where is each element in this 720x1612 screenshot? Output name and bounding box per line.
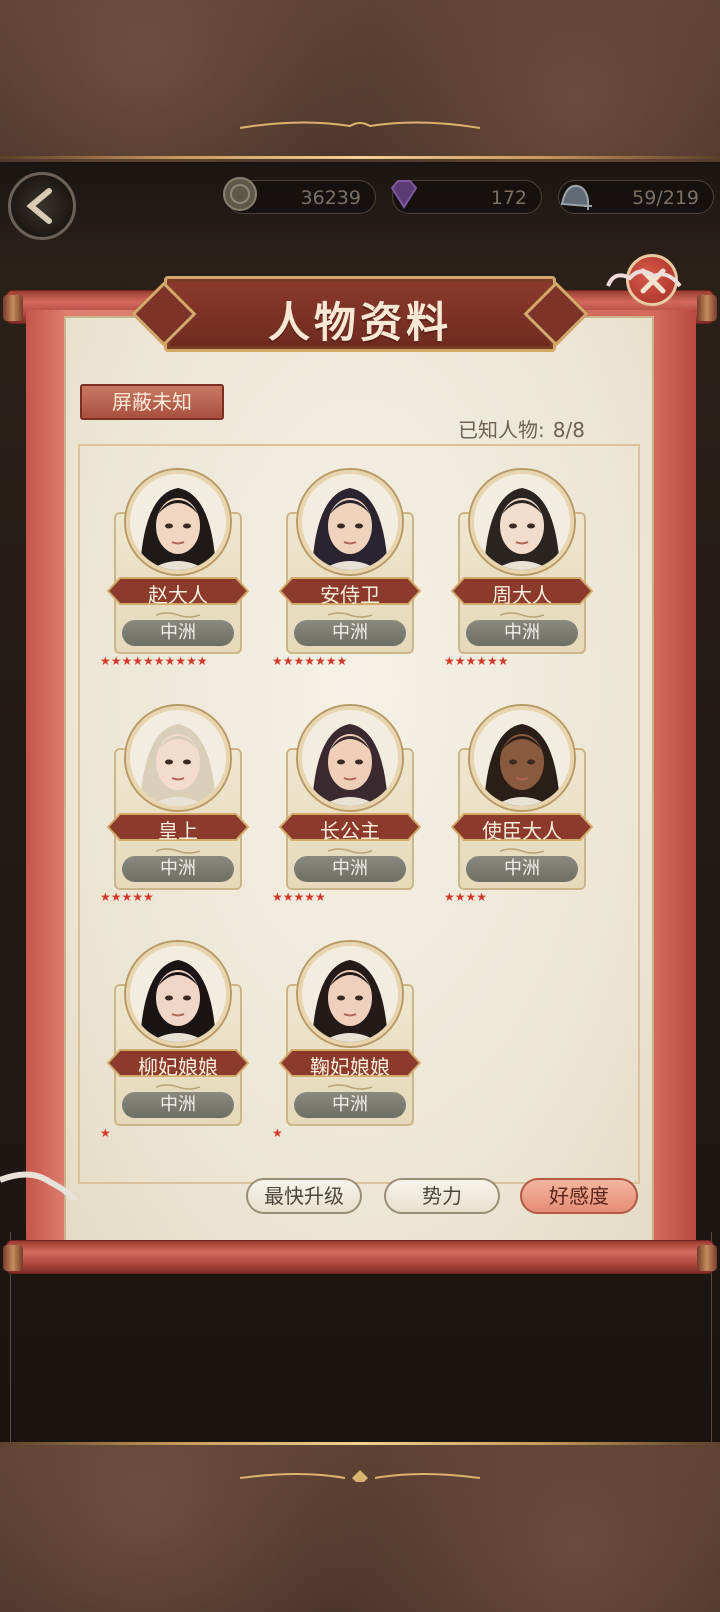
character-portrait[interactable] [126, 942, 230, 1046]
swirl-ornament [500, 848, 544, 854]
character-name: 赵大人 [148, 583, 208, 607]
swirl-ornament [500, 612, 544, 618]
character-portrait[interactable] [298, 942, 402, 1046]
character-card[interactable]: 周大人 中洲 [450, 470, 594, 654]
portrait-image [130, 474, 226, 570]
swirl-ornament [328, 1084, 372, 1090]
character-name: 周大人 [492, 583, 552, 607]
back-arrow-icon [26, 188, 52, 224]
affection-stars: ★★★★★ [272, 890, 326, 904]
name-banner: 安侍卫 [278, 576, 422, 607]
swirl-ornament [156, 612, 200, 618]
portrait-image [302, 474, 398, 570]
cloud-decoration [606, 269, 682, 288]
portrait-image [474, 710, 570, 806]
known-characters-count: 已知人物: 8/8 [458, 414, 585, 443]
page-title: 人物资料 [267, 298, 452, 347]
title-plaque: 人物资料 [131, 276, 589, 352]
stamina-value: 59/219 [632, 187, 699, 209]
character-card[interactable]: 柳妃娘娘 中洲 [106, 942, 250, 1126]
affection-stars: ★ [272, 1126, 283, 1140]
affection-stars: ★★★★★ [100, 890, 154, 904]
cloud-decoration-left [0, 1171, 80, 1200]
character-name: 柳妃娘娘 [138, 1055, 218, 1079]
character-region: 中洲 [122, 620, 234, 646]
character-card[interactable]: 安侍卫 中洲 [278, 470, 422, 654]
name-banner: 长公主 [278, 812, 422, 843]
name-banner: 柳妃娘娘 [106, 1048, 250, 1079]
character-region: 中洲 [294, 1092, 406, 1118]
character-portrait[interactable] [470, 706, 574, 810]
name-banner: 使臣大人 [450, 812, 594, 843]
affection-stars: ★★★★ [444, 890, 488, 904]
character-region: 中洲 [466, 856, 578, 882]
sort-fastest-upgrade-button[interactable]: 最快升级 [246, 1178, 362, 1214]
character-portrait[interactable] [126, 706, 230, 810]
swirl-ornament [156, 1084, 200, 1090]
portrait-image [130, 946, 226, 1042]
character-card[interactable]: 使臣大人 中洲 [450, 706, 594, 890]
bottom-decor-band [0, 1442, 720, 1612]
character-name: 使臣大人 [482, 819, 562, 843]
gem-icon [390, 180, 418, 209]
top-ornament [240, 121, 480, 129]
affection-stars: ★ [100, 1126, 111, 1140]
swirl-ornament [156, 848, 200, 854]
portrait-image [474, 474, 570, 570]
affection-stars: ★★★★★★ [444, 654, 509, 668]
name-banner: 皇上 [106, 812, 250, 843]
character-card[interactable]: 长公主 中洲 [278, 706, 422, 890]
swirl-ornament [328, 612, 372, 618]
sort-affection-button[interactable]: 好感度 [520, 1178, 638, 1214]
character-portrait[interactable] [298, 706, 402, 810]
sort-power-button[interactable]: 势力 [384, 1178, 500, 1214]
character-name: 安侍卫 [320, 583, 380, 607]
top-decor-band [0, 0, 720, 162]
name-banner: 赵大人 [106, 576, 250, 607]
character-name: 鞠妃娘娘 [310, 1055, 390, 1079]
known-label: 已知人物: [458, 418, 545, 442]
affection-stars: ★★★★★★★ [272, 654, 348, 668]
gem-value: 172 [490, 187, 527, 209]
slipper-icon[interactable] [556, 176, 592, 212]
portrait-image [130, 710, 226, 806]
character-name: 皇上 [158, 819, 198, 843]
coin-value: 36239 [300, 187, 361, 209]
back-button[interactable] [8, 172, 76, 240]
character-card[interactable]: 鞠妃娘娘 中洲 [278, 942, 422, 1126]
character-region: 中洲 [122, 1092, 234, 1118]
coin-icon [223, 177, 257, 211]
scroll-bottom-roller [3, 1240, 717, 1274]
character-portrait[interactable] [298, 470, 402, 574]
name-banner: 鞠妃娘娘 [278, 1048, 422, 1079]
character-region: 中洲 [466, 620, 578, 646]
swirl-ornament [328, 848, 372, 854]
name-banner: 周大人 [450, 576, 594, 607]
known-value: 8/8 [552, 418, 585, 442]
portrait-image [302, 946, 398, 1042]
portrait-image [302, 710, 398, 806]
bottom-ornament [240, 1470, 480, 1482]
hide-unknown-button[interactable]: 屏蔽未知 [80, 384, 224, 420]
character-card[interactable]: 赵大人 中洲 [106, 470, 250, 654]
character-region: 中洲 [294, 856, 406, 882]
character-region: 中洲 [122, 856, 234, 882]
character-portrait[interactable] [470, 470, 574, 574]
affection-stars: ★★★★★★★★★★ [100, 654, 208, 668]
character-name: 长公主 [320, 819, 380, 843]
character-card[interactable]: 皇上 中洲 [106, 706, 250, 890]
character-region: 中洲 [294, 620, 406, 646]
character-portrait[interactable] [126, 470, 230, 574]
